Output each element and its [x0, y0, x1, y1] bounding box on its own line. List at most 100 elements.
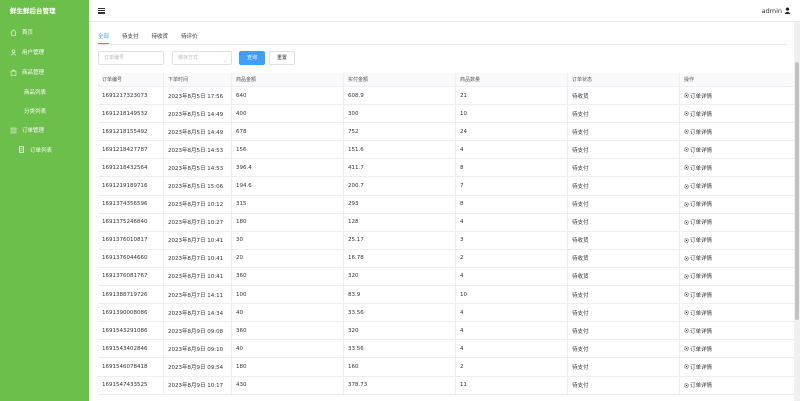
order-detail-link[interactable]: 订单详情 [684, 327, 712, 335]
gear-icon [684, 165, 689, 171]
sidebar-item-order-list[interactable]: 订单列表 [0, 140, 89, 159]
table-cell: 128 [344, 213, 456, 231]
order-detail-link[interactable]: 订单详情 [684, 182, 712, 190]
order-detail-link[interactable]: 订单详情 [684, 128, 712, 136]
table-header-row: 订单编号 下单时间 商品金额 实付金额 商品数量 订单状态 操作 [98, 73, 795, 87]
table-cell: 1691376081767 [98, 267, 164, 286]
gear-icon [684, 183, 689, 189]
order-detail-link[interactable]: 订单详情 [684, 218, 712, 226]
table-cell: 2 [456, 358, 568, 376]
table-cell: 411.7 [344, 159, 456, 177]
sidebar-item-users[interactable]: 用户管理 [0, 42, 89, 62]
tab-all[interactable]: 全部 [98, 32, 110, 44]
table-cell: 180 [232, 213, 344, 231]
table-cell: 2023年8月7日 10:41 [164, 249, 232, 267]
order-detail-link[interactable]: 订单详情 [684, 92, 712, 100]
page-scrollbar[interactable] [794, 22, 800, 401]
table-cell: 待收货 [568, 267, 680, 286]
table-row: 1691218427787 2023年8月5日 14:53 156 151.6 4 待支付… [98, 141, 795, 160]
order-icon [8, 125, 18, 135]
table-cell: 300 [344, 105, 456, 123]
order-detail-label: 订单详情 [690, 238, 713, 245]
table-row: 1691376081767 2023年8月7日 10:41 360 320 4 待收货 订单… [98, 267, 795, 287]
table-cell-actions: 订单详情 [680, 141, 795, 158]
table-cell: 待支付 [568, 159, 680, 177]
table-cell: 4 [456, 322, 568, 340]
order-detail-link[interactable]: 订单详情 [684, 363, 712, 371]
pay-method-placeholder: 缴存方式 [178, 55, 199, 61]
table-row: 1691376010817 2023年8月7日 10:41 30 25.17 3 待收货 订… [98, 231, 795, 250]
table-cell: 4 [456, 267, 568, 286]
order-detail-label: 订单详情 [690, 202, 713, 209]
menu-toggle-icon[interactable] [98, 7, 105, 14]
order-detail-link[interactable]: 订单详情 [684, 381, 712, 389]
order-detail-label: 订单详情 [690, 346, 713, 353]
order-detail-link[interactable]: 订单详情 [684, 110, 712, 118]
table-cell-actions: 订单详情 [680, 340, 795, 357]
order-detail-link[interactable]: 订单详情 [684, 146, 712, 154]
main-content: 全部 待支付 待收货 待评价 订单编号 缴存方式 ⌄ 查询 重置 订单编号 下单… [89, 22, 800, 401]
gear-icon [684, 382, 689, 388]
table-cell-actions: 订单详情 [680, 105, 795, 122]
table-cell: 194.6 [232, 177, 344, 195]
table-cell-actions: 订单详情 [680, 87, 795, 104]
order-detail-link[interactable]: 订单详情 [684, 345, 712, 353]
table-cell: 待支付 [568, 286, 680, 304]
sidebar-item-home[interactable]: 首页 [0, 22, 89, 42]
table-cell: 16.78 [344, 249, 456, 267]
order-detail-label: 订单详情 [690, 383, 713, 390]
tab-pending-review[interactable]: 待评价 [181, 32, 198, 44]
search-button[interactable]: 查询 [239, 51, 265, 65]
table-cell: 2023年8月5日 14:49 [164, 123, 232, 141]
table-cell: 2023年8月5日 17:56 [164, 87, 232, 105]
order-number-input[interactable]: 订单编号 [98, 51, 164, 65]
sidebar-item-label: 商品管理 [22, 70, 45, 76]
sidebar-item-orders[interactable]: 订单管理 [0, 120, 89, 140]
table-cell: 2 [456, 249, 568, 267]
reset-button[interactable]: 重置 [269, 51, 295, 65]
gear-icon [684, 310, 689, 315]
order-detail-label: 订单详情 [690, 256, 713, 263]
sidebar-item-goods[interactable]: 商品管理 [0, 62, 89, 82]
order-detail-link[interactable]: 订单详情 [684, 164, 712, 172]
sidebar-item-label: 商品列表 [24, 89, 47, 96]
user-menu[interactable]: admin [762, 7, 791, 15]
order-detail-link[interactable]: 订单详情 [684, 200, 712, 208]
brand-title: 鲜生鲜后台管理 [10, 7, 56, 15]
tab-pending-payment[interactable]: 待支付 [122, 32, 139, 44]
order-detail-link[interactable]: 订单详情 [684, 309, 712, 317]
table-cell: 396.4 [232, 159, 344, 177]
scrollbar-thumb[interactable] [795, 62, 799, 320]
table-cell: 10 [456, 105, 568, 123]
table-cell: 待支付 [568, 358, 680, 376]
order-detail-label: 订单详情 [690, 220, 713, 227]
order-detail-label: 订单详情 [690, 129, 713, 136]
pay-method-select[interactable]: 缴存方式 ⌄ [172, 51, 232, 65]
table-cell: 378.73 [344, 376, 456, 394]
table-cell: 151.6 [344, 141, 456, 159]
table-cell-actions: 订单详情 [680, 322, 795, 339]
table-cell-actions: 订单详情 [680, 286, 795, 303]
table-cell: 1691376044660 [98, 249, 164, 267]
table-cell: 2023年8月9日 09:54 [164, 358, 232, 376]
order-detail-link[interactable]: 订单详情 [684, 236, 712, 244]
gear-icon [684, 328, 689, 333]
order-detail-link[interactable]: 订单详情 [684, 254, 712, 262]
gear-icon [684, 256, 689, 261]
sidebar-item-goods-list[interactable]: 商品列表 [0, 82, 89, 101]
order-detail-link[interactable]: 订单详情 [684, 272, 712, 280]
goods-icon [8, 67, 18, 77]
order-detail-label: 订单详情 [690, 111, 713, 118]
tab-pending-receipt[interactable]: 待收货 [152, 32, 169, 44]
table-cell: 1691546078418 [98, 358, 164, 376]
table-cell: 30 [232, 231, 344, 249]
table-cell: 2023年8月9日 10:17 [164, 376, 232, 394]
chevron-down-icon: ⌄ [222, 58, 227, 64]
filter-bar: 订单编号 缴存方式 ⌄ 查询 重置 [98, 51, 299, 65]
sidebar-item-category-list[interactable]: 分类列表 [0, 101, 89, 120]
column-header: 商品金额 [232, 73, 344, 86]
table-cell: 2023年8月9日 09:08 [164, 322, 232, 340]
order-detail-label: 订单详情 [690, 93, 713, 100]
order-detail-link[interactable]: 订单详情 [684, 291, 712, 299]
sidebar-item-label: 分类列表 [24, 108, 47, 115]
